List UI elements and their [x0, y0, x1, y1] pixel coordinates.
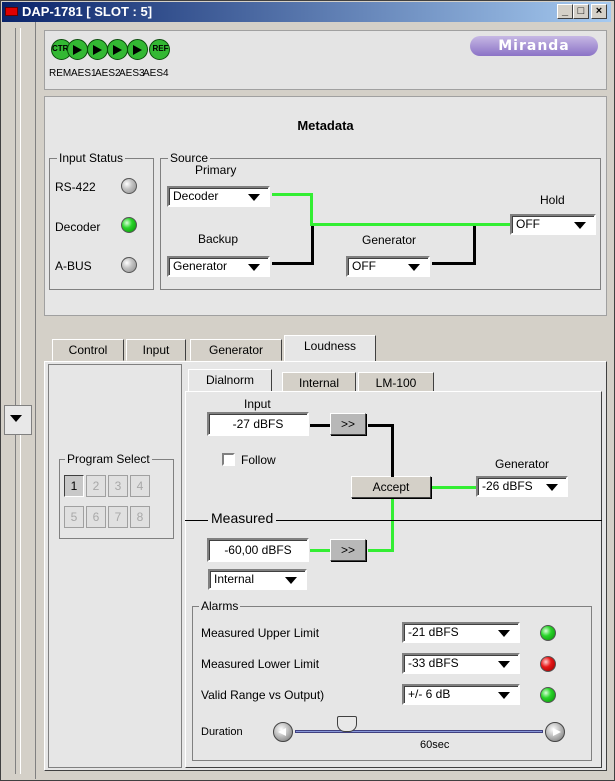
- maximize-button[interactable]: □: [573, 4, 589, 19]
- alarms-title: Alarms: [199, 599, 241, 613]
- dialnorm-generator-label: Generator: [495, 457, 550, 471]
- tab-input[interactable]: Input: [126, 339, 186, 361]
- program-button-2[interactable]: 2: [86, 475, 106, 497]
- ref-icon[interactable]: REF: [149, 39, 170, 60]
- measured-line: [310, 549, 330, 552]
- lower-limit-dropdown[interactable]: -33 dBFS: [402, 653, 520, 674]
- aes2-arrow-icon[interactable]: [87, 39, 108, 60]
- accept-button[interactable]: Accept: [351, 476, 431, 498]
- rs422-status-led: [121, 178, 137, 194]
- duration-slider-thumb[interactable]: [337, 716, 358, 732]
- generator-route-line: [432, 262, 476, 265]
- hold-label: Hold: [540, 193, 565, 207]
- program-button-3[interactable]: 3: [108, 475, 128, 497]
- input-value-field: -27 dBFS: [207, 412, 309, 436]
- program-select-title: Program Select: [65, 452, 152, 466]
- tab-loudness[interactable]: Loudness: [284, 335, 376, 361]
- backup-dropdown[interactable]: Generator: [167, 256, 270, 277]
- rs422-label: RS-422: [55, 180, 96, 194]
- close-button[interactable]: ×: [591, 4, 607, 19]
- main-route-line: [310, 223, 510, 226]
- hold-dropdown[interactable]: OFF: [510, 214, 596, 235]
- primary-route-vertical: [310, 193, 313, 226]
- follow-checkbox[interactable]: [222, 453, 235, 466]
- program-button-5[interactable]: 5: [64, 506, 84, 528]
- aes3-label: AES3: [119, 68, 145, 79]
- abus-label: A-BUS: [55, 259, 92, 273]
- generator-label: Generator: [362, 233, 417, 247]
- gutter-rail: [15, 28, 21, 774]
- transfer-vertical-line: [391, 424, 394, 477]
- chevron-down-icon[interactable]: [10, 415, 22, 422]
- abus-status-led: [121, 257, 137, 273]
- measured-vertical-line: [391, 499, 394, 551]
- backup-label: Backup: [198, 232, 239, 246]
- primary-dropdown[interactable]: Decoder: [167, 186, 270, 207]
- measured-value-field: -60,00 dBFS: [207, 538, 309, 562]
- valid-range-status-led: [540, 687, 556, 703]
- input-line: [310, 424, 330, 427]
- upper-limit-dropdown[interactable]: -21 dBFS: [402, 622, 520, 643]
- lower-limit-label: Measured Lower Limit: [201, 657, 320, 671]
- duration-increase-button[interactable]: [545, 722, 565, 742]
- input-transfer-button[interactable]: >>: [330, 413, 366, 435]
- measured-transfer-button[interactable]: >>: [330, 539, 366, 561]
- program-select-panel: [48, 364, 182, 768]
- upper-limit-status-led: [540, 625, 556, 641]
- tab-generator[interactable]: Generator: [190, 339, 282, 361]
- duration-label: Duration: [201, 726, 243, 738]
- program-button-6[interactable]: 6: [86, 506, 106, 528]
- duration-value: 60sec: [420, 739, 450, 751]
- program-button-7[interactable]: 7: [108, 506, 128, 528]
- duration-decrease-button[interactable]: [273, 722, 293, 742]
- valid-range-label: Valid Range vs Output): [201, 688, 325, 702]
- rem-label: REM: [49, 68, 72, 79]
- aes4-arrow-icon[interactable]: [127, 39, 148, 60]
- generator-route-vertical: [473, 226, 476, 265]
- aes1-label: AES1: [71, 68, 97, 79]
- generator-dropdown[interactable]: OFF: [346, 256, 430, 277]
- app-icon: [5, 7, 18, 16]
- program-button-8[interactable]: 8: [130, 506, 150, 528]
- input-status-title: Input Status: [57, 151, 126, 165]
- metadata-title: Metadata: [297, 118, 354, 133]
- lower-limit-status-led: [540, 656, 556, 672]
- measured-transfer-line: [368, 549, 394, 552]
- aes3-arrow-icon[interactable]: [107, 39, 128, 60]
- decoder-status-led: [121, 217, 137, 233]
- primary-label: Primary: [195, 163, 237, 177]
- aes2-label: AES2: [95, 68, 121, 79]
- primary-route-line: [272, 193, 312, 196]
- backup-route-line: [272, 262, 314, 265]
- left-gutter: [2, 22, 36, 779]
- title-bar[interactable]: DAP-1781 [ SLOT : 5] _ □ ×: [2, 2, 611, 22]
- tab-control[interactable]: Control: [52, 339, 124, 361]
- input-label: Input: [244, 397, 271, 411]
- miranda-logo: Miranda: [470, 36, 598, 56]
- backup-route-vertical: [311, 226, 314, 265]
- program-button-4[interactable]: 4: [130, 475, 150, 497]
- measured-title: Measured: [208, 510, 277, 526]
- decoder-label: Decoder: [55, 220, 101, 234]
- minimize-button[interactable]: _: [557, 4, 573, 19]
- aes1-arrow-icon[interactable]: [67, 39, 88, 60]
- valid-range-dropdown[interactable]: +/- 6 dB: [402, 684, 520, 705]
- follow-label: Follow: [241, 453, 276, 467]
- dialnorm-generator-dropdown[interactable]: -26 dBFS: [476, 476, 568, 497]
- aes4-label: AES4: [143, 68, 169, 79]
- program-button-1[interactable]: 1: [64, 475, 84, 497]
- measure-source-dropdown[interactable]: Internal: [208, 569, 307, 590]
- upper-limit-label: Measured Upper Limit: [201, 626, 320, 640]
- window-title: DAP-1781 [ SLOT : 5]: [22, 4, 153, 19]
- duration-slider-track[interactable]: [295, 730, 543, 733]
- accept-to-generator-line: [432, 486, 476, 489]
